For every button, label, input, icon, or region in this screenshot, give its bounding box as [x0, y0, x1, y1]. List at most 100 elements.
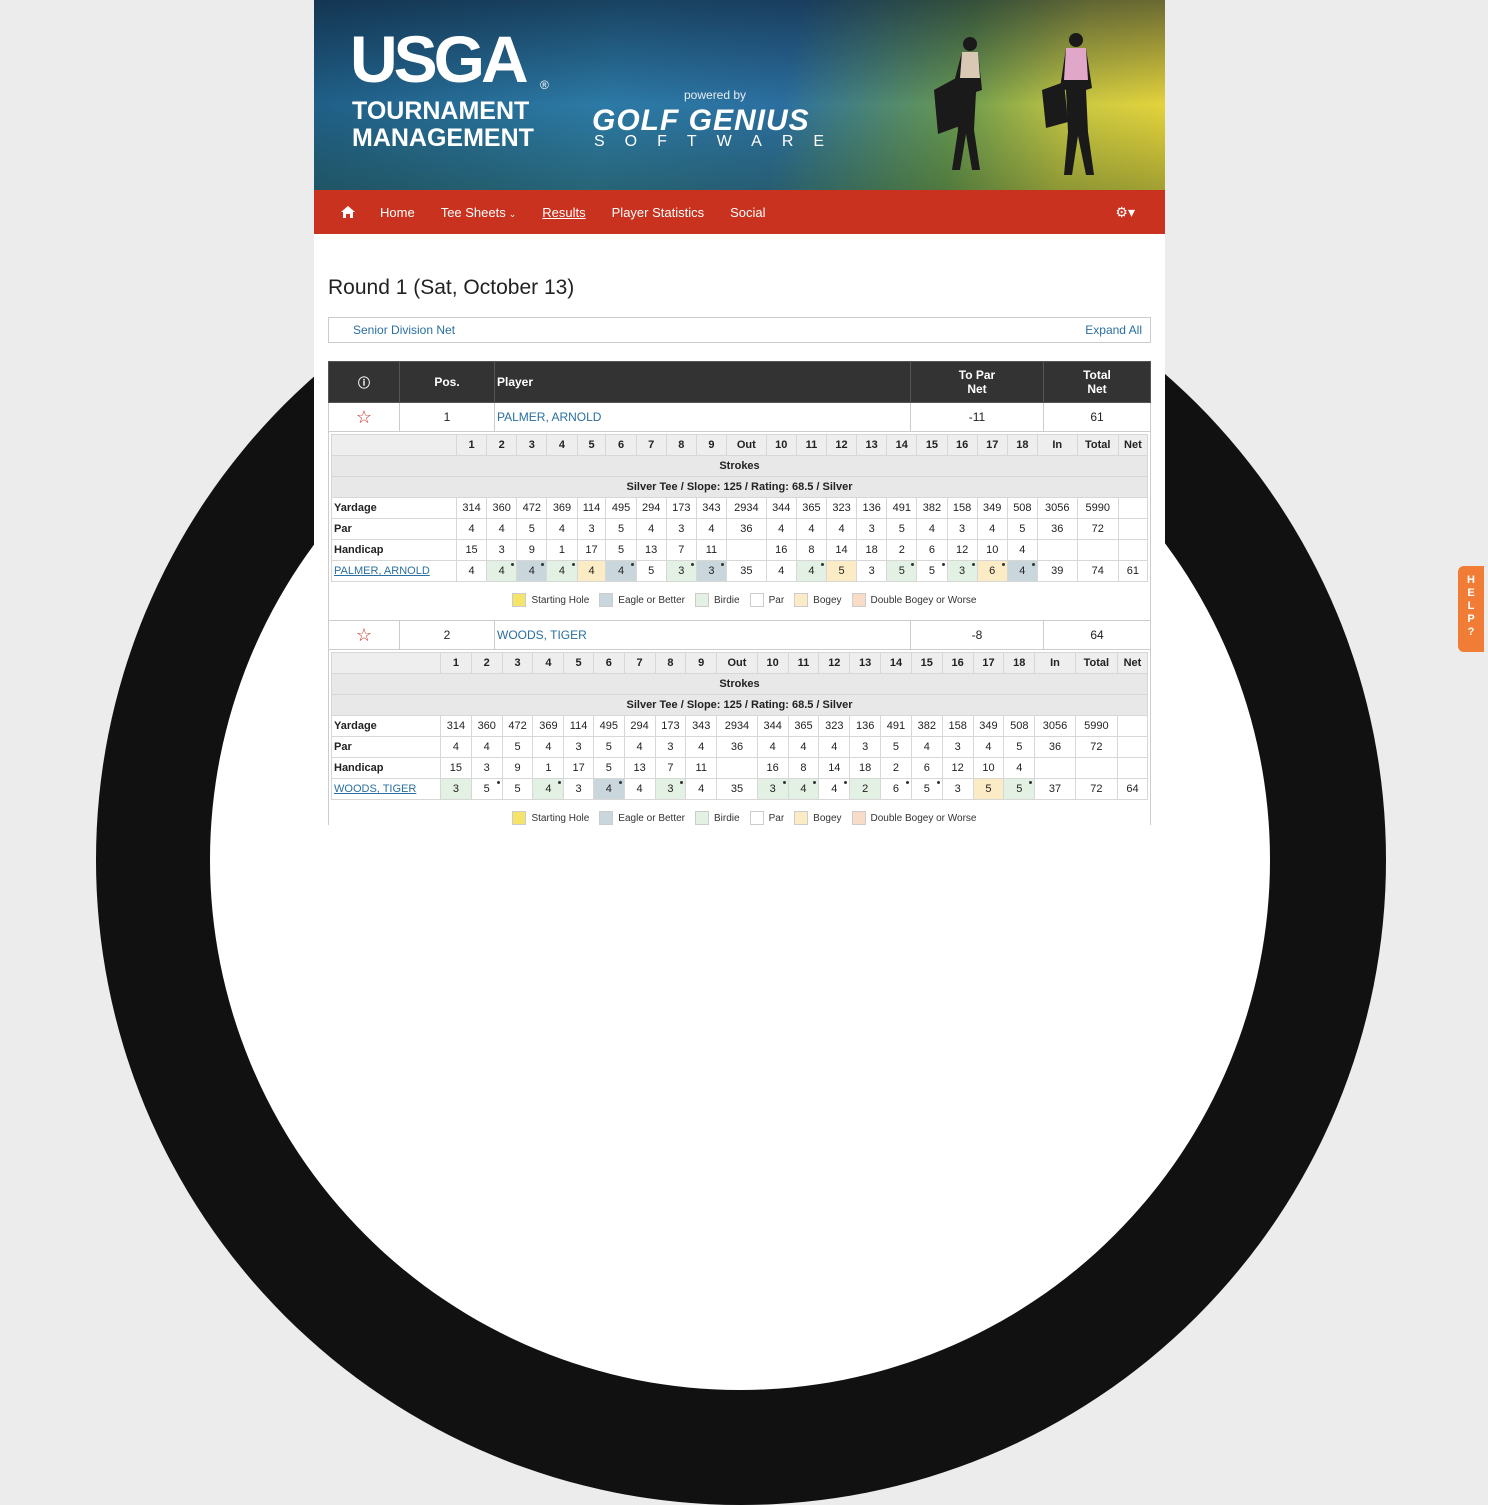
handicap-cell: 11: [685, 757, 718, 779]
handicap-cell: 14: [825, 539, 858, 561]
scorecard-player-link[interactable]: WOODS, TIGER: [334, 783, 416, 795]
help-button[interactable]: HELP ?: [1458, 566, 1484, 652]
score-cell: 5: [910, 778, 943, 800]
yardage-cell: 495: [605, 497, 637, 519]
score-cell: 3: [856, 560, 888, 582]
hole-header-cell: 16: [941, 652, 974, 674]
nav-player-statistics[interactable]: Player Statistics: [612, 205, 704, 220]
hole-header-cell: Net: [1116, 652, 1149, 674]
player-row: ☆ 2 WOODS, TIGER -8 64: [328, 620, 1151, 650]
par-cell: 5: [886, 518, 918, 540]
division-link[interactable]: Senior Division Net: [353, 323, 455, 337]
handicap-cell: 6: [910, 757, 943, 779]
par-cell: 4: [972, 736, 1005, 758]
legend-label: Double Bogey or Worse: [870, 594, 977, 606]
nav-home[interactable]: Home: [380, 205, 415, 220]
yardage-cell: 314: [440, 715, 472, 737]
yardage-cell: 294: [635, 497, 667, 519]
yardage-cell: 3056: [1036, 497, 1078, 519]
scorecard-table: 1 2 3 4 5 6 7 8 9 Out 10 11 12 13 14 15 16 17 18 In Total Net…: [331, 652, 1149, 825]
handicap-cell: 8: [787, 757, 820, 779]
total-net-header[interactable]: Total Net: [1043, 361, 1151, 403]
yardage-cell: 382: [916, 497, 948, 519]
par-row: Par 4 4 5 4 3 5 4 3 4 36 4 4 4 3 5 4 3 4 5 36 72: [331, 518, 1149, 540]
gear-icon[interactable]: ⚙▾: [1115, 204, 1135, 221]
handicap-cell: [1036, 539, 1078, 561]
par-cell: 4: [685, 736, 718, 758]
pos-header[interactable]: Pos.: [399, 361, 495, 403]
handicap-cell: 2: [886, 539, 918, 561]
score-cell: 37: [1034, 778, 1076, 800]
handicap-cell: [726, 539, 767, 561]
registered-mark: ®: [540, 78, 549, 92]
home-icon[interactable]: [340, 205, 356, 219]
handicap-label: Handicap: [331, 539, 457, 561]
score-cell: 6: [976, 560, 1008, 582]
player-name-link[interactable]: WOODS, TIGER: [497, 628, 587, 642]
scorecard-player-link[interactable]: PALMER, ARNOLD: [334, 565, 430, 577]
yardage-cell: 495: [592, 715, 625, 737]
score-cell: 4: [516, 560, 548, 582]
yardage-cell: 2934: [726, 497, 767, 519]
nav-results[interactable]: Results: [542, 205, 585, 220]
hole-header-cell: 12: [818, 652, 851, 674]
score-cell: 4: [455, 560, 488, 582]
par-cell: 5: [501, 736, 534, 758]
handicap-cell: 13: [635, 539, 667, 561]
legend-label: Par: [768, 812, 785, 824]
par-cell: 4: [976, 518, 1008, 540]
handicap-cell: 7: [654, 757, 687, 779]
legend-swatch: [599, 811, 614, 825]
yardage-cell: 365: [787, 715, 820, 737]
par-cell: 3: [856, 518, 888, 540]
player-header[interactable]: Player: [494, 361, 911, 403]
star-icon[interactable]: ☆: [356, 407, 372, 427]
header-banner: USGA ® TOURNAMENT MANAGEMENT powered by …: [314, 0, 1165, 190]
par-cell: 4: [765, 518, 797, 540]
hole-header-cell: 9: [695, 434, 728, 456]
score-cell: 4: [623, 778, 656, 800]
yardage-cell: 344: [765, 497, 797, 519]
handicap-cell: 16: [756, 757, 789, 779]
yardage-cell: 173: [665, 497, 697, 519]
hole-header-cell: 18: [1003, 652, 1036, 674]
yardage-cell: 5990: [1076, 497, 1119, 519]
info-icon[interactable]: ⓘ: [328, 361, 400, 403]
nav-tee-sheets[interactable]: Tee Sheets ⌄: [441, 205, 517, 220]
player-row: ☆ 1 PALMER, ARNOLD -11 61: [328, 402, 1151, 432]
hole-header-cell: 11: [795, 434, 827, 456]
yardage-cell: 382: [910, 715, 943, 737]
tee-info: Silver Tee / Slope: 125 / Rating: 68.5 /…: [331, 694, 1148, 716]
par-cell: 4: [825, 518, 858, 540]
legend-label: Starting Hole: [531, 594, 590, 606]
hole-header-cell: 8: [665, 434, 697, 456]
score-cell: 3: [941, 778, 974, 800]
yardage-cell: 360: [470, 715, 503, 737]
par-cell: 4: [470, 736, 503, 758]
nav-social[interactable]: Social: [730, 205, 765, 220]
par-cell: 4: [623, 736, 656, 758]
star-icon[interactable]: ☆: [356, 625, 372, 645]
score-cell: 4: [546, 560, 578, 582]
scorecard-row: 1 2 3 4 5 6 7 8 9 Out 10 11 12 13 14 15 16 17 18 In Total Net…: [328, 431, 1151, 621]
yardage-row: Yardage 314 360 472 369 114 495 294 173 343 2934 34…: [331, 497, 1149, 519]
player-name-link[interactable]: PALMER, ARNOLD: [497, 410, 601, 424]
strokes-label: Strokes: [331, 673, 1148, 695]
par-cell: 4: [795, 518, 827, 540]
score-legend: Starting Hole Eagle or Better Birdie Par Bog…: [332, 593, 1148, 607]
yardage-cell: 114: [576, 497, 607, 519]
par-label: Par: [331, 736, 441, 758]
to-par-header[interactable]: To Par Net: [910, 361, 1044, 403]
handicap-cell: 15: [455, 539, 488, 561]
expand-all-link[interactable]: Expand All: [1085, 323, 1142, 337]
score-cell: 5: [501, 778, 534, 800]
legend-label: Birdie: [714, 812, 740, 824]
yardage-cell: 360: [486, 497, 518, 519]
yardage-cell: 294: [623, 715, 656, 737]
par-cell: 72: [1074, 736, 1118, 758]
hole-header-cell: 17: [972, 652, 1005, 674]
yardage-cell: 343: [685, 715, 718, 737]
hole-header-cell: 13: [856, 434, 888, 456]
handicap-cell: 15: [440, 757, 472, 779]
par-cell: 5: [880, 736, 912, 758]
